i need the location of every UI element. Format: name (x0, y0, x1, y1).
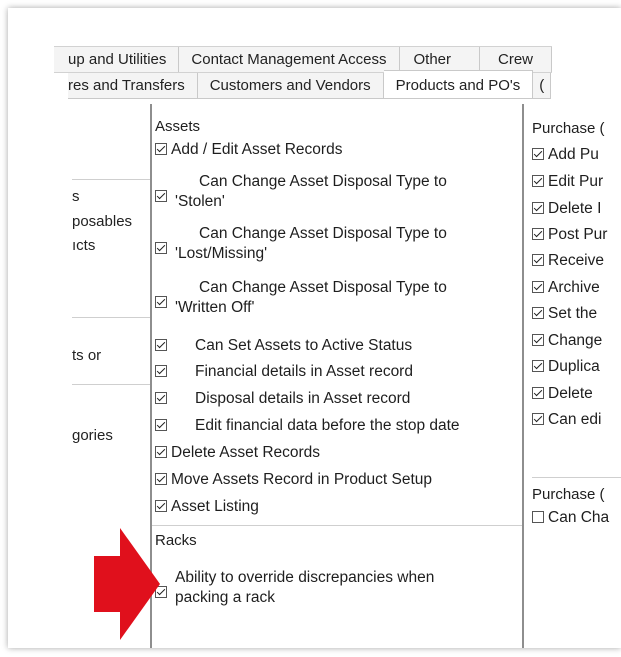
checkbox[interactable] (532, 511, 544, 523)
checkbox[interactable] (532, 334, 544, 346)
checkbox[interactable] (155, 392, 167, 404)
left-panel-text: s (72, 188, 80, 205)
asset-permission-item[interactable]: Move Assets Record in Product Setup (155, 470, 432, 490)
purchase-permission-item[interactable]: Set the (532, 304, 597, 324)
purchase-section: Purchase ( Add Pu Edit Pur Delete I Post… (532, 120, 621, 640)
racks-section: Racks Ability to override discrepancies … (155, 532, 521, 632)
purchase-permission-item[interactable]: Duplica (532, 357, 600, 377)
asset-permission-item[interactable]: Financial details in Asset record (155, 362, 413, 382)
left-panel-separator (72, 179, 150, 180)
purchase-permission-item[interactable]: Archive (532, 278, 600, 298)
tab-row-2: res and Transfers Customers and Vendors … (68, 70, 552, 99)
asset-permission-item[interactable]: Add / Edit Asset Records (155, 140, 342, 160)
checkbox[interactable] (532, 307, 544, 319)
purchase-permission-item[interactable]: Delete (532, 384, 593, 404)
tab-contact-management-access[interactable]: Contact Management Access (179, 47, 400, 72)
checkbox[interactable] (532, 175, 544, 187)
left-panel-text: posables (72, 213, 133, 230)
checkbox[interactable] (155, 419, 167, 431)
tab-pictures-and-transfers[interactable]: res and Transfers (68, 73, 198, 98)
asset-permission-item[interactable]: Can Change Asset Disposal Type to 'Lost/… (155, 224, 447, 264)
red-arrow-icon (94, 528, 160, 640)
asset-permission-item[interactable]: Delete Asset Records (155, 443, 320, 463)
left-panel-separator (72, 317, 150, 318)
checkbox[interactable] (532, 360, 544, 372)
purchase-permission-item[interactable]: Can edi (532, 410, 601, 430)
asset-permission-item[interactable]: Edit financial data before the stop date (155, 416, 460, 436)
checkbox[interactable] (155, 473, 167, 485)
checkbox[interactable] (155, 339, 167, 351)
checkbox[interactable] (155, 446, 167, 458)
purchase-separator (532, 477, 621, 478)
tab-row-1: up and Utilities Contact Management Acce… (54, 46, 553, 73)
purchase-permission-item[interactable]: Delete I (532, 199, 601, 219)
checkbox[interactable] (155, 296, 167, 308)
checkbox[interactable] (155, 190, 167, 202)
tab-products-and-pos[interactable]: Products and PO's (383, 70, 534, 98)
purchase-permission-item[interactable]: Change (532, 331, 602, 351)
racks-separator (152, 525, 522, 526)
left-panel-text: gories (72, 427, 113, 444)
purchase-permission-item[interactable]: Edit Pur (532, 172, 603, 192)
purchase-header-2: Purchase ( (532, 486, 605, 503)
assets-header: Assets (155, 118, 201, 135)
racks-header: Racks (155, 532, 197, 549)
permissions-window: up and Utilities Contact Management Acce… (8, 8, 621, 648)
checkbox[interactable] (532, 148, 544, 160)
tab-setup-and-utilities[interactable]: up and Utilities (54, 47, 180, 72)
racks-override-item[interactable]: Ability to override discrepancies when p… (155, 568, 434, 608)
asset-permission-item[interactable]: Can Change Asset Disposal Type to 'Writt… (155, 278, 447, 318)
checkbox[interactable] (532, 254, 544, 266)
purchase-permission-item[interactable]: Add Pu (532, 145, 599, 165)
left-panel-separator (72, 384, 150, 385)
checkbox[interactable] (532, 228, 544, 240)
checkbox[interactable] (532, 202, 544, 214)
tab-crew[interactable]: Crew (480, 47, 553, 72)
tab-customers-and-vendors[interactable]: Customers and Vendors (197, 73, 384, 98)
purchase-permission-item[interactable]: Post Pur (532, 225, 607, 245)
checkbox[interactable] (155, 365, 167, 377)
asset-permission-item[interactable]: Disposal details in Asset record (155, 389, 410, 409)
tab-other[interactable]: Other (399, 47, 481, 72)
column-divider-right (522, 104, 524, 648)
left-panel-text: ıcts (72, 237, 96, 254)
left-panel-text: ts or (72, 347, 102, 364)
asset-permission-item[interactable]: Asset Listing (155, 497, 259, 517)
asset-permission-item[interactable]: Can Set Assets to Active Status (155, 336, 412, 356)
purchase-permission-item[interactable]: Can Cha (532, 508, 609, 528)
tab-next[interactable]: ( (533, 73, 552, 98)
checkbox[interactable] (532, 387, 544, 399)
checkbox[interactable] (532, 281, 544, 293)
checkbox[interactable] (155, 500, 167, 512)
asset-permission-item[interactable]: Can Change Asset Disposal Type to 'Stole… (155, 172, 447, 212)
purchase-permission-item[interactable]: Receive (532, 251, 604, 271)
purchase-header: Purchase ( (532, 120, 605, 137)
checkbox[interactable] (155, 242, 167, 254)
checkbox[interactable] (532, 413, 544, 425)
checkbox[interactable] (155, 143, 167, 155)
